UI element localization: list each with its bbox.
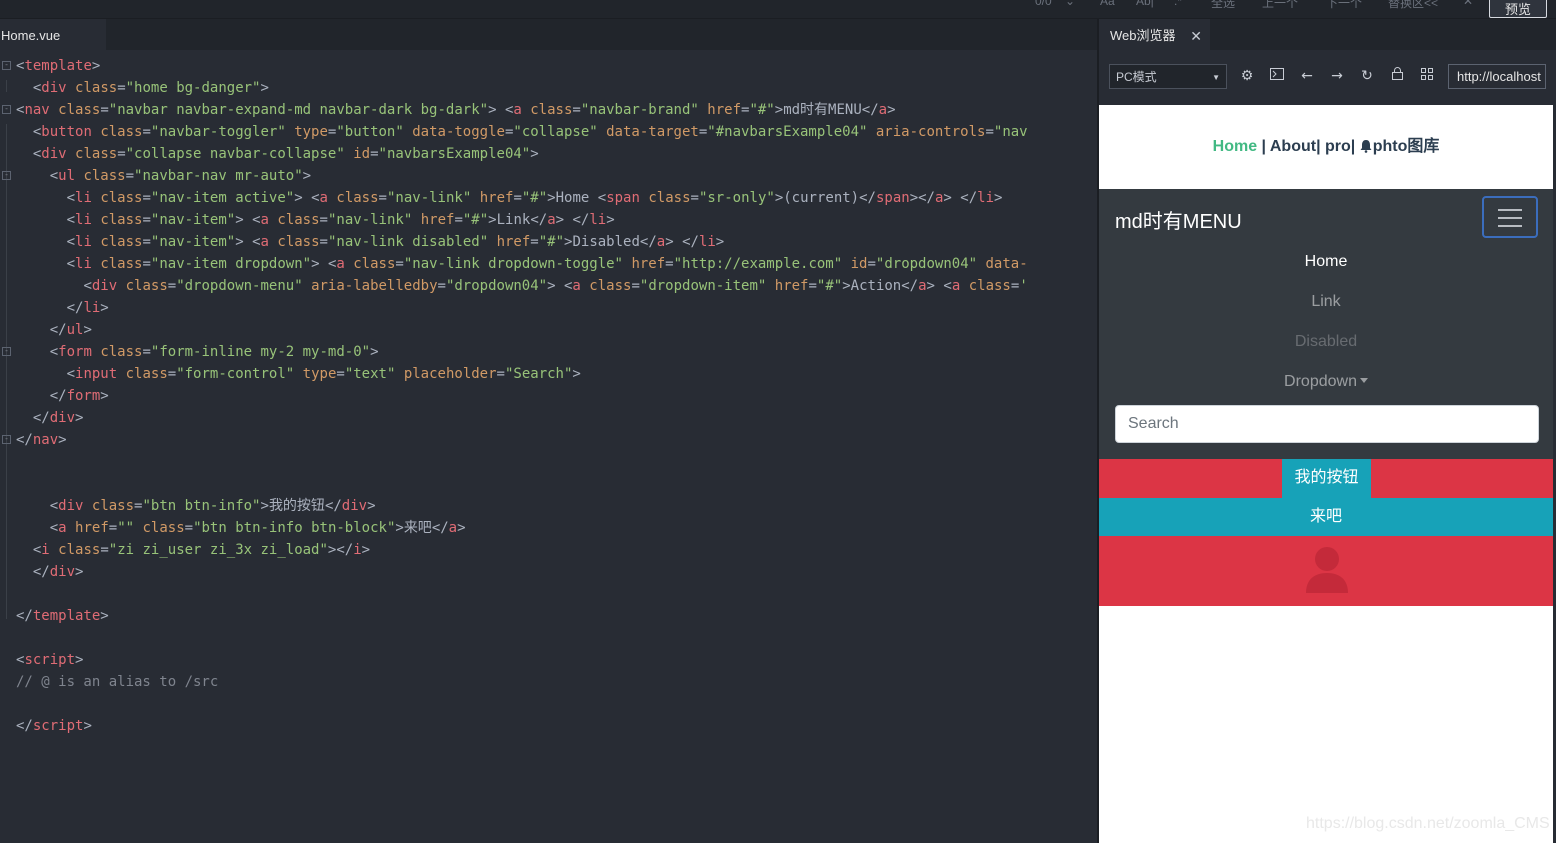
device-mode-value: PC模式 — [1116, 70, 1157, 84]
hamburger-icon — [1498, 225, 1522, 227]
watermark: https://blog.csdn.net/zoomla_CMS — [1306, 815, 1550, 832]
whole-word-toggle[interactable]: Ab| — [1136, 0, 1154, 8]
editor-tab-bar: Home.vue — [0, 19, 1097, 50]
code-line: <li class="nav-item active"> <a class="n… — [66, 190, 1003, 206]
bell-icon — [1360, 140, 1372, 153]
search-input[interactable] — [1115, 405, 1539, 443]
navbar-link-disabled: Disabled — [1294, 333, 1358, 350]
settings-icon[interactable]: ⚙ — [1236, 65, 1258, 87]
select-all-button[interactable]: 全选 — [1211, 0, 1235, 11]
code-line: // @ is an alias to /src — [16, 674, 219, 690]
nav-separator: | — [1350, 138, 1360, 155]
browser-viewport: Home | About| pro| phto图库 md时有MENU Home … — [1099, 105, 1553, 843]
close-icon[interactable]: ✕ — [1190, 19, 1202, 53]
nav-link-photo-label: phto图库 — [1372, 138, 1440, 155]
nav-separator: | — [1316, 138, 1325, 155]
fold-icon[interactable]: - — [2, 105, 11, 114]
code-line: - <ul class="navbar-nav mr-auto"> — [0, 165, 1090, 187]
device-mode-select[interactable]: PC模式 ▼ — [1109, 64, 1227, 89]
back-icon[interactable]: ← — [1296, 65, 1318, 87]
code-line: <button class="navbar-toggler" type="but… — [32, 124, 1028, 140]
code-line: </div> — [32, 564, 84, 580]
code-editor[interactable]: Home.vue - <template> <div class="home bg… — [0, 19, 1097, 843]
code-line: <div class="btn btn-info">我的按钮</div> — [49, 498, 376, 514]
code-line: - </nav> — [0, 429, 1090, 451]
nav-link-about[interactable]: About — [1270, 138, 1316, 155]
navbar-toggler-button[interactable] — [1482, 196, 1538, 238]
code-line: - <template> — [0, 55, 1090, 77]
tab-web-browser[interactable]: Web浏览器 ✕ — [1099, 19, 1210, 50]
danger-section-icon — [1099, 536, 1553, 606]
app-nav: Home | About| pro| phto图库 — [1099, 105, 1553, 189]
url-input[interactable]: http://localhost — [1448, 64, 1546, 89]
nav-link-pro[interactable]: pro — [1325, 138, 1351, 155]
prev-match-button[interactable]: 上一个 — [1262, 0, 1298, 11]
console-icon[interactable] — [1266, 65, 1288, 87]
code-line: <i class="zi zi_user zi_3x zi_load"></i> — [32, 542, 371, 558]
browser-tab-bar: Web浏览器 ✕ — [1099, 19, 1556, 50]
forward-icon[interactable]: → — [1326, 65, 1348, 87]
code-line: <input class="form-control" type="text" … — [66, 366, 581, 382]
match-count: 0/0 — [1035, 0, 1052, 8]
my-button[interactable]: 我的按钮 — [1282, 459, 1371, 498]
code-line: <script> — [16, 652, 84, 668]
chevron-down-icon[interactable]: ⌄ — [1065, 0, 1075, 8]
code-line: <li class="nav-item"> <a class="nav-link… — [66, 212, 615, 228]
danger-section: 我的按钮 — [1099, 459, 1553, 498]
navbar-brand[interactable]: md时有MENU — [1115, 205, 1242, 234]
code-line: </ul> — [49, 322, 92, 338]
tab-home-vue[interactable]: Home.vue — [0, 19, 106, 50]
code-line: </template> — [16, 608, 109, 624]
code-line: <div class="home bg-danger"> — [32, 80, 269, 96]
code-line: </li> — [66, 300, 109, 316]
code-line: <div class="dropdown-menu" aria-labelled… — [83, 278, 1028, 294]
code-line: <li class="nav-item dropdown"> <a class=… — [66, 256, 1028, 272]
code-line: - <nav class="navbar navbar-expand-md nav… — [0, 99, 1090, 121]
user-icon — [1306, 547, 1348, 593]
dropdown-label: Dropdown — [1284, 373, 1357, 390]
code-line: <a href="" class="btn btn-info btn-block… — [49, 520, 466, 536]
navbar-link-home[interactable]: Home — [1099, 253, 1553, 271]
fold-icon[interactable]: - — [2, 61, 11, 70]
nav-link-home[interactable]: Home — [1213, 138, 1257, 155]
code-line: </form> — [49, 388, 109, 404]
regex-toggle[interactable]: .* — [1174, 0, 1182, 8]
code-line: <li class="nav-item"> <a class="nav-link… — [66, 234, 725, 250]
caret-down-icon — [1359, 378, 1368, 384]
find-replace-toolbar: 0/0 ⌄ Aa Ab| .* 全选 上一个 下一个 替换区<< ✕ 预览 — [0, 0, 1556, 19]
browser-toolbar: PC模式 ▼ ⚙ ← → ↻ http://localhost — [1099, 57, 1556, 97]
tab-label: Web浏览器 — [1110, 28, 1176, 43]
next-match-button[interactable]: 下一个 — [1326, 0, 1362, 11]
caret-down-icon: ▼ — [1212, 73, 1220, 82]
lock-icon[interactable] — [1386, 65, 1408, 87]
qrcode-icon[interactable] — [1416, 65, 1438, 87]
nav-separator: | — [1257, 138, 1270, 155]
navbar-dropdown-toggle[interactable]: Dropdown — [1099, 373, 1553, 391]
code-lines: - <template> <div class="home bg-danger">… — [0, 55, 1090, 737]
close-icon[interactable]: ✕ — [1463, 0, 1473, 8]
code-line: - <form class="form-inline my-2 my-md-0"… — [0, 341, 1090, 363]
hamburger-icon — [1498, 209, 1522, 211]
web-browser-panel: Web浏览器 ✕ PC模式 ▼ ⚙ ← → ↻ http://localhost… — [1099, 19, 1556, 843]
fold-icon[interactable]: - — [2, 435, 11, 444]
fold-icon[interactable]: - — [2, 347, 11, 356]
replace-toggle-button[interactable]: 替换区<< — [1388, 0, 1438, 11]
nav-link-photo[interactable]: phto图库 — [1360, 138, 1440, 155]
code-line: </div> — [32, 410, 84, 426]
navbar-link-link[interactable]: Link — [1099, 293, 1553, 311]
fold-icon[interactable]: - — [2, 171, 11, 180]
navbar-dark: md时有MENU Home Link Disabled Dropdown — [1099, 189, 1553, 459]
match-case-toggle[interactable]: Aa — [1100, 0, 1115, 8]
code-line: </script> — [16, 718, 92, 734]
block-button[interactable]: 来吧 — [1099, 498, 1553, 536]
reload-icon[interactable]: ↻ — [1356, 65, 1378, 87]
preview-button[interactable]: 预览 — [1489, 0, 1547, 18]
hamburger-icon — [1498, 217, 1522, 219]
code-line: <div class="collapse navbar-collapse" id… — [32, 146, 539, 162]
